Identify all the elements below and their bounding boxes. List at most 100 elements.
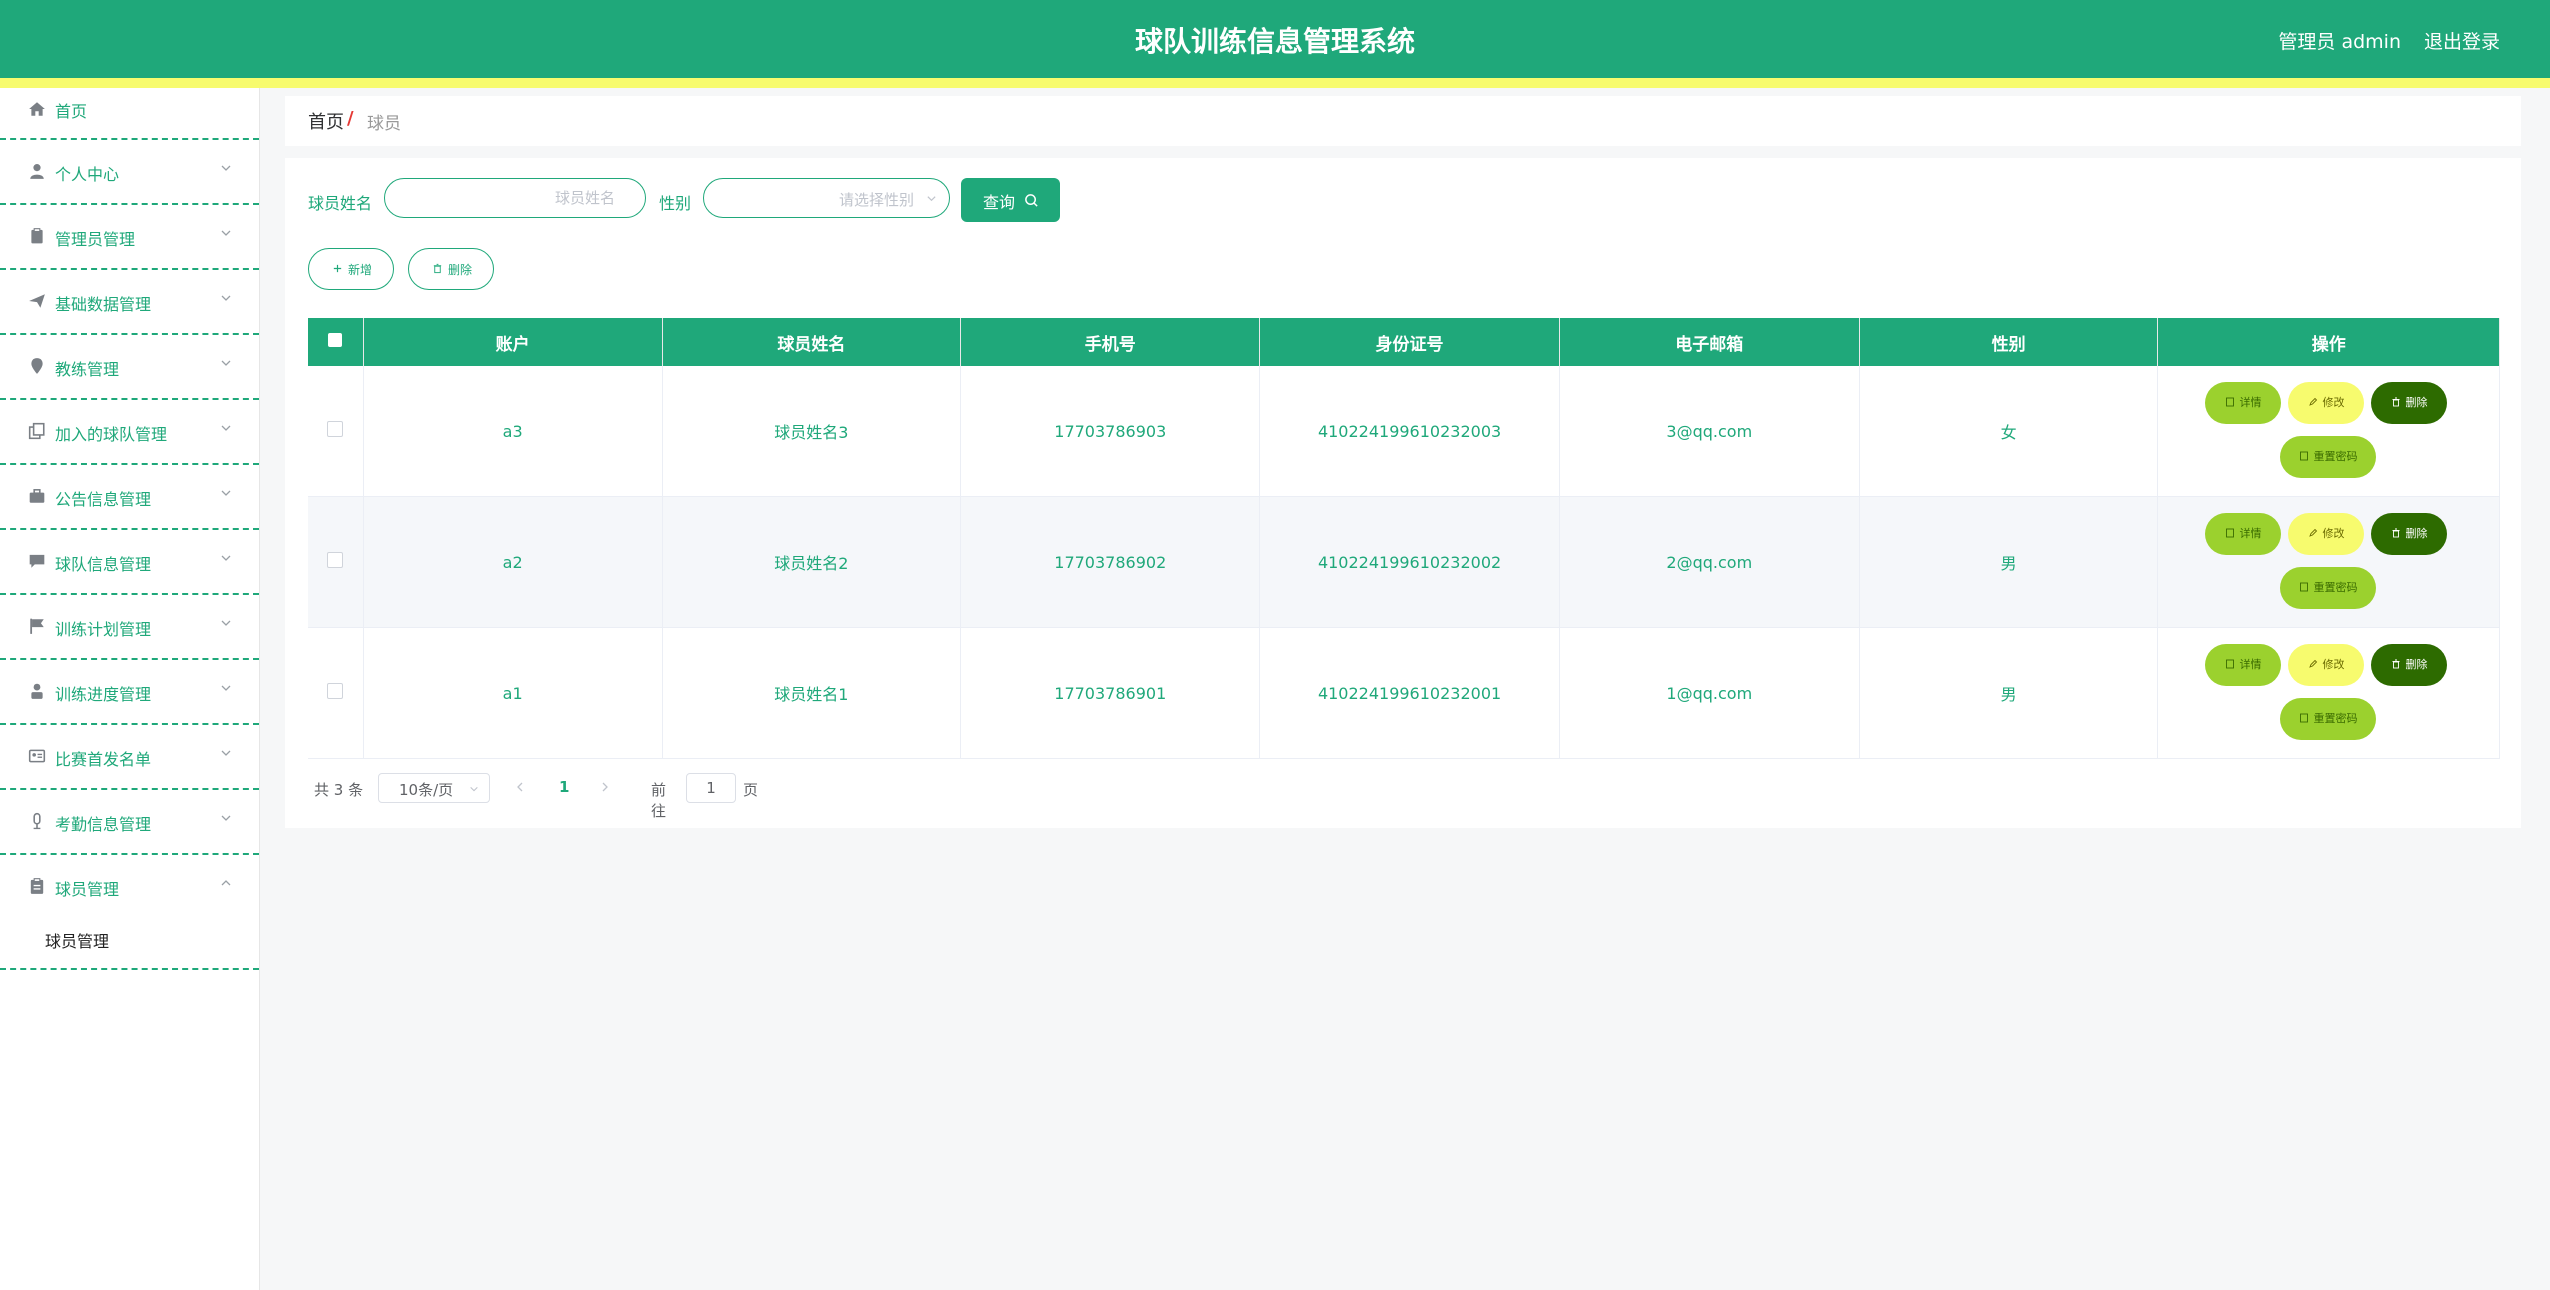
chevron-down-icon (221, 295, 231, 301)
id-card-icon (28, 749, 46, 763)
document-icon (2226, 397, 2235, 407)
edit-button-label: 修改 (2322, 658, 2345, 671)
gender-select[interactable]: 请选择性别 (703, 178, 950, 218)
cell-operations: 详情 修改 删除 重置密码 (2157, 496, 2500, 628)
microphone-icon (33, 812, 41, 830)
cell-email: 3@qq.com (1559, 366, 1860, 497)
document-icon (2226, 659, 2235, 669)
sidebar-item-profile[interactable]: 个人中心 (0, 140, 259, 205)
sidebar-item-training-progress[interactable]: 训练进度管理 (0, 660, 259, 725)
sidebar-item-training-plan[interactable]: 训练计划管理 (0, 595, 259, 660)
cell-operations: 详情 修改 删除 重置密码 (2157, 627, 2500, 759)
row-checkbox[interactable] (327, 552, 344, 568)
reset-password-button-label: 重置密码 (2313, 712, 2358, 725)
sidebar-item-label: 教练管理 (55, 360, 120, 379)
query-button[interactable]: 查询 (961, 178, 1060, 222)
cell-name: 球员姓名3 (662, 366, 962, 497)
reset-password-button[interactable]: 重置密码 (2280, 567, 2377, 609)
page-number-current[interactable]: 1 (559, 778, 569, 796)
table-row: a3 球员姓名3 17703786903 410224199610232003 … (308, 366, 2500, 497)
page-size-select[interactable]: 10条/页 (378, 773, 490, 803)
sidebar-subitem-player-manage[interactable]: 球员管理 (0, 918, 259, 968)
trash-icon (2392, 528, 2400, 538)
reset-password-button[interactable]: 重置密码 (2280, 698, 2377, 740)
sidebar-item-attendance[interactable]: 考勤信息管理 (0, 790, 259, 855)
col-operations: 操作 (2157, 318, 2500, 366)
delete-button-label: 删除 (2405, 527, 2428, 540)
name-search-label: 球员姓名 (308, 194, 373, 213)
sidebar-item-home[interactable]: 首页 (0, 88, 259, 140)
sidebar-item-base-data[interactable]: 基础数据管理 (0, 270, 259, 335)
sidebar-item-team-info[interactable]: 球队信息管理 (0, 530, 259, 595)
row-select-cell (308, 366, 364, 497)
prev-page-icon[interactable] (514, 781, 526, 793)
detail-button[interactable]: 详情 (2205, 513, 2282, 555)
col-email: 电子邮箱 (1559, 318, 1860, 366)
col-name: 球员姓名 (662, 318, 962, 366)
cell-phone: 17703786903 (960, 366, 1261, 497)
select-all-checkbox[interactable] (328, 333, 343, 347)
cell-email: 2@qq.com (1559, 496, 1860, 628)
trash-icon (2392, 659, 2400, 669)
sidebar-item-admin[interactable]: 管理员管理 (0, 205, 259, 270)
detail-button[interactable]: 详情 (2205, 382, 2282, 424)
plus-icon (333, 264, 342, 273)
row-checkbox[interactable] (327, 421, 344, 437)
detail-button[interactable]: 详情 (2205, 644, 2282, 686)
total-count: 共 3 条 (314, 781, 364, 799)
location-icon (31, 358, 43, 374)
page-size-value: 10条/页 (399, 781, 454, 799)
cell-account: a3 (363, 366, 663, 497)
sidebar-item-label: 加入的球队管理 (55, 425, 168, 444)
edit-button-label: 修改 (2322, 396, 2345, 409)
top-header: 球队训练信息管理系统 管理员 admin 退出登录 (0, 0, 2550, 88)
chat-icon (29, 554, 45, 568)
edit-button[interactable]: 修改 (2288, 513, 2365, 555)
app-title: 球队训练信息管理系统 (1134, 25, 1415, 58)
user-icon (30, 164, 44, 179)
cell-id-card: 410224199610232003 (1259, 366, 1560, 497)
detail-button-label: 详情 (2239, 527, 2262, 540)
chevron-down-icon (221, 620, 231, 626)
delete-button-label: 删除 (2405, 396, 2428, 409)
send-icon (29, 294, 45, 308)
sidebar-item-joined-team[interactable]: 加入的球队管理 (0, 400, 259, 465)
cell-account: a1 (363, 627, 663, 759)
detail-button-label: 详情 (2239, 658, 2262, 671)
delete-button[interactable]: 删除 (2371, 382, 2448, 424)
batch-delete-button-label: 删除 (448, 263, 473, 277)
chevron-down-icon (221, 165, 231, 171)
edit-button[interactable]: 修改 (2288, 382, 2365, 424)
cell-gender: 女 (1859, 366, 2159, 497)
delete-button[interactable]: 删除 (2371, 644, 2448, 686)
table-header-row: 账户 球员姓名 手机号 身份证号 电子邮箱 性别 操作 (308, 318, 2500, 366)
add-button[interactable]: 新增 (308, 248, 394, 290)
goto-label: 前往 (651, 781, 667, 820)
chevron-down-icon (470, 786, 478, 792)
delete-button[interactable]: 删除 (2371, 513, 2448, 555)
reset-password-button-label: 重置密码 (2313, 581, 2358, 594)
page-unit-label: 页 (743, 781, 759, 799)
edit-icon (2309, 397, 2318, 406)
select-all-header[interactable] (308, 318, 364, 366)
logout-link[interactable]: 退出登录 (2424, 27, 2500, 54)
row-checkbox[interactable] (327, 683, 344, 699)
detail-button-label: 详情 (2239, 396, 2262, 409)
cell-gender: 男 (1859, 496, 2159, 628)
chevron-down-icon (221, 555, 231, 561)
goto-page-input[interactable] (686, 773, 736, 803)
clipboard-icon (31, 228, 43, 244)
col-id-card: 身份证号 (1259, 318, 1560, 366)
sidebar-item-player[interactable]: 球员管理 (0, 855, 259, 918)
gender-search-label: 性别 (659, 194, 692, 213)
name-search-input[interactable] (385, 179, 645, 217)
sidebar-item-lineup[interactable]: 比赛首发名单 (0, 725, 259, 790)
edit-button[interactable]: 修改 (2288, 644, 2365, 686)
batch-delete-button[interactable]: 删除 (408, 248, 494, 290)
trash-icon (433, 263, 442, 274)
sidebar-item-coach[interactable]: 教练管理 (0, 335, 259, 400)
breadcrumb-home[interactable]: 首页 (308, 108, 344, 134)
sidebar-item-notice[interactable]: 公告信息管理 (0, 465, 259, 530)
next-page-icon[interactable] (599, 781, 611, 793)
reset-password-button[interactable]: 重置密码 (2280, 436, 2377, 478)
